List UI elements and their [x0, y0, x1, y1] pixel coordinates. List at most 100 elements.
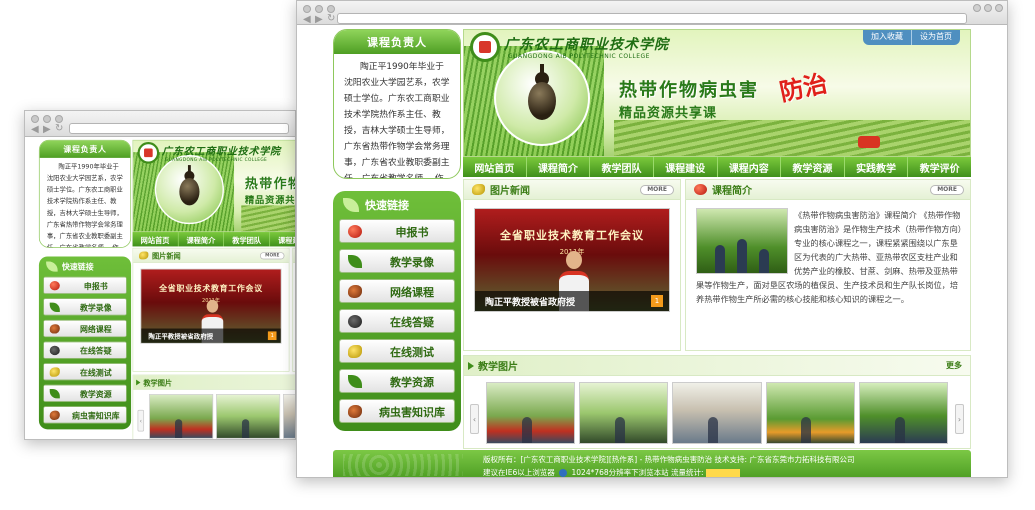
quick-link-resources[interactable]: 教学资源	[43, 384, 127, 402]
news-slide-number[interactable]: 1	[651, 295, 663, 307]
address-bar[interactable]	[337, 13, 967, 24]
footer-map-decoration	[343, 454, 463, 476]
quick-link-qa[interactable]: 在线答疑	[43, 341, 127, 359]
quick-link-resources[interactable]: 教学资源	[339, 369, 455, 393]
site-footer: 版权所有：[广东农工商职业技术学院][热作系] - 热带作物病虫害防治 技术支持…	[333, 450, 971, 477]
teaching-photo-thumbnail[interactable]	[765, 382, 855, 444]
reload-icon[interactable]: ↻	[327, 14, 335, 24]
prev-arrow-button[interactable]: ‹	[470, 404, 479, 434]
teaching-photos-more-link[interactable]: 更多	[946, 360, 962, 371]
nav-item-course-intro[interactable]: 课程简介	[178, 232, 225, 247]
news-photo[interactable]: 全省职业技术教育工作会议 2011年 陶正平教授被省政府授 1	[140, 268, 282, 344]
close-icon[interactable]	[995, 4, 1003, 12]
news-caption[interactable]: 陶正平教授被省政府授	[141, 328, 281, 343]
set-homepage-link[interactable]: 设为首页	[911, 30, 960, 45]
quick-links-heading: 快速链接	[61, 262, 94, 272]
add-favorite-link[interactable]: 加入收藏	[863, 30, 911, 45]
back-arrow-icon[interactable]: ◀	[303, 15, 311, 25]
maximize-icon[interactable]	[984, 4, 992, 12]
quick-link-label: 申报书	[395, 226, 429, 239]
news-slide-number[interactable]: 1	[267, 331, 277, 341]
wasp-icon	[348, 345, 362, 358]
teaching-photos-heading: 教学图片	[143, 379, 173, 388]
forward-arrow-icon[interactable]: ▶	[315, 15, 323, 25]
teaching-photo-thumbnail[interactable]	[858, 382, 949, 444]
college-logo-icon[interactable]	[470, 32, 500, 62]
college-logo-icon[interactable]	[137, 142, 160, 164]
ie-browser-icon	[559, 469, 568, 477]
quick-link-test[interactable]: 在线测试	[43, 363, 127, 381]
nav-item-content[interactable]: 课程内容	[718, 157, 782, 177]
teaching-photo-thumbnail[interactable]	[486, 382, 576, 444]
nav-item-team[interactable]: 教学团队	[224, 232, 270, 247]
quick-link-application[interactable]: 申报书	[339, 219, 455, 243]
news-more-button[interactable]: MORE	[640, 185, 674, 195]
teaching-photo-thumbnail[interactable]	[672, 382, 762, 444]
nav-item-evaluation[interactable]: 教学评价	[908, 157, 971, 177]
front-browser-viewport: 课程负责人 陶正平1990年毕业于沈阳农业大学园艺系，农学硕士学位。广东农工商职…	[297, 25, 1007, 477]
course-intro-panel: 课程简介 MORE 《热带作物病虫害防治》课程简介 《热带作物病虫害防治》是作物…	[292, 247, 295, 372]
nav-item-practice[interactable]: 实践教学	[845, 157, 909, 177]
quick-link-pest-knowledge[interactable]: 病虫害知识库	[339, 399, 455, 423]
left-sidebar: 课程负责人 陶正平1990年毕业于沈阳农业大学园艺系，农学硕士学位。广东农工商职…	[38, 137, 132, 439]
quick-link-online-course[interactable]: 网络课程	[339, 279, 455, 303]
address-bar[interactable]	[69, 123, 289, 134]
nav-item-home[interactable]: 网站首页	[463, 157, 527, 177]
traffic-counter-badge[interactable]	[705, 469, 740, 477]
photo-news-header: 图片新闻 MORE	[464, 180, 680, 200]
site-header-banner: 广东农工商职业技术学院 GUANGDONG AIB POLYTECHNIC CO…	[132, 139, 295, 233]
quick-links-box: 快速链接 申报书 教学录像 网络课程 在线答疑 在线测试 教学资源 病虫害知识库	[333, 191, 461, 431]
teaching-photo-thumbnail[interactable]	[216, 394, 281, 439]
nav-item-course-intro[interactable]: 课程简介	[527, 157, 591, 177]
window-dot-icon[interactable]	[303, 5, 311, 13]
course-title: 热带作物病虫害	[244, 176, 295, 192]
news-more-button[interactable]: MORE	[260, 252, 285, 260]
news-photo[interactable]: 全省职业技术教育工作会议 2011年 陶正平教授被省政府授 1	[474, 208, 670, 312]
news-caption[interactable]: 陶正平教授被省政府授	[475, 291, 669, 311]
footer-browser-note-b: 1024*768分辨率下浏览本站 流量统计:	[571, 468, 704, 477]
intro-more-button[interactable]: MORE	[930, 185, 964, 195]
back-browser-window: ◀ ▶ ↻ 课程负责人 陶正平1990年毕业于沈阳农业大学园艺系，农学硕士学位。…	[24, 110, 296, 440]
window-dot-icon[interactable]	[315, 5, 323, 13]
next-arrow-button[interactable]: ›	[955, 404, 964, 434]
window-dot-icon[interactable]	[43, 115, 51, 123]
quick-link-qa[interactable]: 在线答疑	[339, 309, 455, 333]
browser-toolbar: ◀ ▶ ↻	[25, 111, 295, 137]
reload-icon[interactable]: ↻	[55, 124, 63, 134]
nav-item-construction[interactable]: 课程建设	[270, 232, 295, 246]
quick-link-videos[interactable]: 教学录像	[339, 249, 455, 273]
nav-item-resources[interactable]: 教学资源	[781, 157, 845, 177]
website-page: 课程负责人 陶正平1990年毕业于沈阳农业大学园艺系，农学硕士学位。广东农工商职…	[297, 25, 971, 477]
window-dot-icon[interactable]	[31, 115, 39, 123]
teaching-photo-thumbnail[interactable]	[579, 382, 669, 444]
back-arrow-icon[interactable]: ◀	[31, 125, 39, 135]
course-intro-header: 课程简介 MORE	[686, 180, 970, 200]
photo-news-heading: 图片新闻	[490, 186, 530, 197]
quick-link-label: 网络课程	[390, 286, 434, 299]
course-title-accent: 防治	[777, 69, 830, 107]
window-dot-icon[interactable]	[327, 5, 335, 13]
quick-link-online-course[interactable]: 网络课程	[43, 319, 127, 338]
college-name: 广东农工商职业技术学院	[162, 145, 281, 158]
nav-item-home[interactable]: 网站首页	[133, 232, 179, 247]
quick-link-label: 教学录像	[79, 303, 112, 313]
teaching-photo-thumbnail[interactable]	[149, 394, 214, 439]
minimize-icon[interactable]	[973, 4, 981, 12]
course-intro-header: 课程简介 MORE	[293, 248, 295, 263]
quick-link-videos[interactable]: 教学录像	[43, 298, 127, 316]
main-navigation: 网站首页 课程简介 教学团队 课程建设 课程内容 教学资源 实践教学 教学评价	[463, 157, 971, 177]
nav-item-team[interactable]: 教学团队	[590, 157, 654, 177]
window-dot-icon[interactable]	[55, 115, 63, 123]
quick-link-pest-knowledge[interactable]: 病虫害知识库	[43, 406, 127, 424]
teaching-photos-header: 教学图片 更多	[133, 375, 295, 390]
teaching-photo-thumbnail[interactable]	[283, 394, 295, 439]
prev-arrow-button[interactable]: ‹	[137, 409, 145, 432]
quick-link-label: 病虫害知识库	[379, 406, 445, 419]
nav-item-construction[interactable]: 课程建设	[654, 157, 718, 177]
forward-arrow-icon[interactable]: ▶	[43, 125, 51, 135]
quick-link-application[interactable]: 申报书	[43, 276, 127, 294]
footer-browser-note-a: 建议在IE6以上浏览器	[483, 468, 555, 477]
quick-link-test[interactable]: 在线测试	[339, 339, 455, 363]
weevil-beetle-icon	[522, 64, 562, 126]
leaf-icon	[343, 198, 359, 212]
